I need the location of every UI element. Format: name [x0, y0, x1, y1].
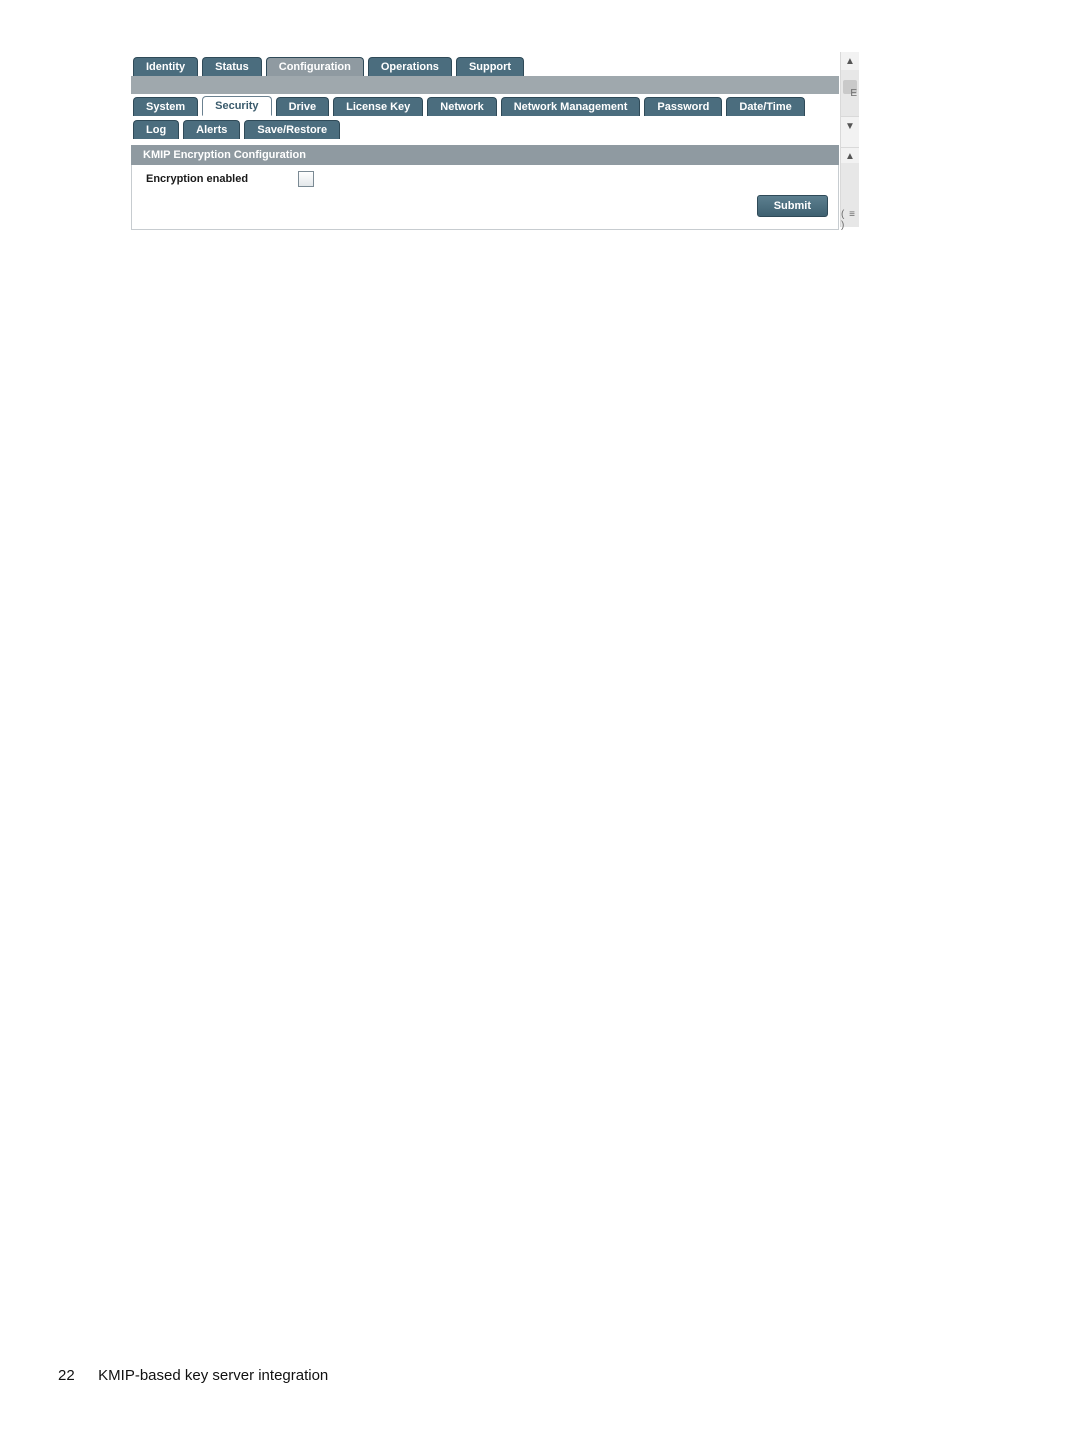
encryption-enabled-checkbox[interactable]: [298, 171, 314, 187]
scrollbar[interactable]: ▲ E ▼ ▲ ( ≡ ): [840, 52, 859, 227]
submit-button[interactable]: Submit: [757, 195, 828, 217]
subtab-network[interactable]: Network: [427, 97, 496, 116]
subtab-drive[interactable]: Drive: [276, 97, 330, 116]
tab-spacer: [131, 76, 839, 94]
subtab-system[interactable]: System: [133, 97, 198, 116]
subtab-date-time[interactable]: Date/Time: [726, 97, 804, 116]
scroll-up-icon[interactable]: ▲: [841, 52, 859, 71]
subtab-password[interactable]: Password: [644, 97, 722, 116]
subtab-alerts[interactable]: Alerts: [183, 120, 240, 139]
subtab-license-key[interactable]: License Key: [333, 97, 423, 116]
secondary-tab-row: System Security Drive License Key Networ…: [131, 94, 839, 139]
scroll-down-icon[interactable]: ▼: [841, 116, 859, 135]
tab-support[interactable]: Support: [456, 57, 524, 76]
page-number: 22: [58, 1367, 94, 1384]
kmip-panel: Encryption enabled Submit: [131, 165, 839, 230]
primary-tab-row: Identity Status Configuration Operations…: [131, 52, 839, 76]
subtab-log[interactable]: Log: [133, 120, 179, 139]
subtab-network-management[interactable]: Network Management: [501, 97, 641, 116]
tab-operations[interactable]: Operations: [368, 57, 452, 76]
subtab-security[interactable]: Security: [202, 96, 271, 116]
tab-identity[interactable]: Identity: [133, 57, 198, 76]
chapter-title: KMIP-based key server integration: [98, 1367, 328, 1384]
encryption-enabled-label: Encryption enabled: [146, 173, 248, 185]
tab-status[interactable]: Status: [202, 57, 262, 76]
scroll-marker-e: E: [850, 88, 857, 99]
tab-configuration[interactable]: Configuration: [266, 57, 364, 76]
app-frame: Identity Status Configuration Operations…: [131, 52, 839, 227]
scroll-marker-e2: ( ≡ ): [841, 209, 858, 231]
subtab-save-restore[interactable]: Save/Restore: [244, 120, 340, 139]
section-header: KMIP Encryption Configuration: [131, 145, 839, 165]
page-footer: 22 KMIP-based key server integration: [58, 1367, 328, 1384]
